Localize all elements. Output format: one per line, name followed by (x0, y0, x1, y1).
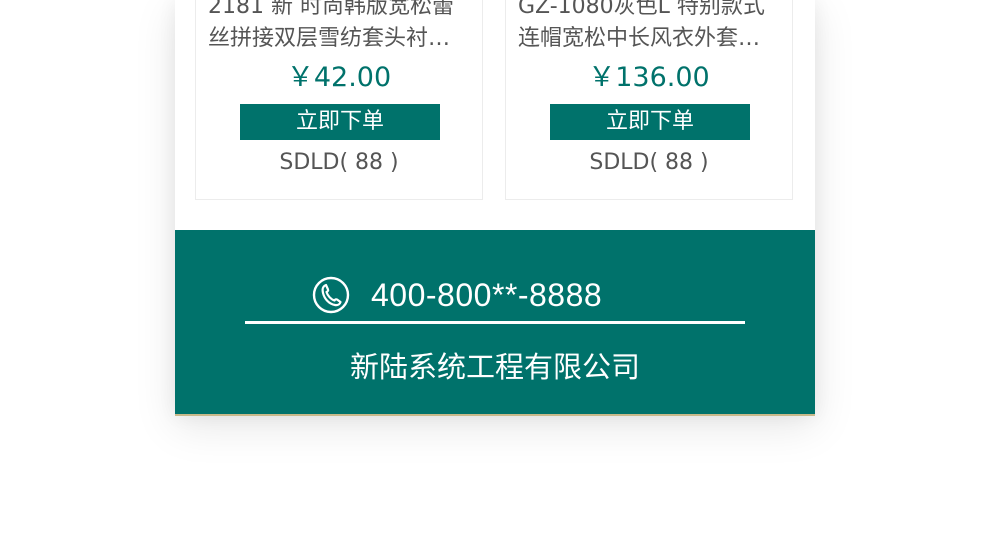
phone-icon (311, 275, 351, 315)
product-price: ￥42.00 (286, 62, 392, 93)
product-title-line: GZ-1080灰色L 特别款式 (518, 0, 765, 19)
contact-phone[interactable]: 400-800**-8888 (311, 273, 602, 317)
footer-divider (245, 321, 745, 324)
phone-number[interactable]: 400-800**-8888 (371, 273, 602, 317)
product-meta: SDLD( 88 ) (279, 150, 399, 175)
product-list: 2181 新 时尚韩版宽松蕾 丝拼接双层雪纺套头衬… ￥42.00 立即下单 S… (175, 0, 815, 230)
product-card[interactable]: GZ-1080灰色L 特别款式 连帽宽松中长风衣外套… ￥136.00 立即下单… (505, 0, 793, 200)
product-card[interactable]: 2181 新 时尚韩版宽松蕾 丝拼接双层雪纺套头衬… ￥42.00 立即下单 S… (195, 0, 483, 200)
product-price: ￥136.00 (588, 62, 710, 93)
product-title-line: 2181 新 时尚韩版宽松蕾 (208, 0, 454, 19)
footer: 400-800**-8888 新陆系统工程有限公司 (175, 230, 815, 416)
order-now-button[interactable]: 立即下单 (240, 104, 440, 140)
product-title-line: 丝拼接双层雪纺套头衬… (208, 26, 451, 51)
product-title[interactable]: 2181 新 时尚韩版宽松蕾 丝拼接双层雪纺套头衬… (208, 0, 472, 55)
company-name: 新陆系统工程有限公司 (349, 350, 640, 384)
order-now-button[interactable]: 立即下单 (550, 104, 750, 140)
product-title-line: 连帽宽松中长风衣外套… (518, 26, 761, 51)
mobile-page: 2181 新 时尚韩版宽松蕾 丝拼接双层雪纺套头衬… ￥42.00 立即下单 S… (175, 0, 815, 416)
product-meta: SDLD( 88 ) (589, 150, 709, 175)
product-title[interactable]: GZ-1080灰色L 特别款式 连帽宽松中长风衣外套… (518, 0, 782, 55)
